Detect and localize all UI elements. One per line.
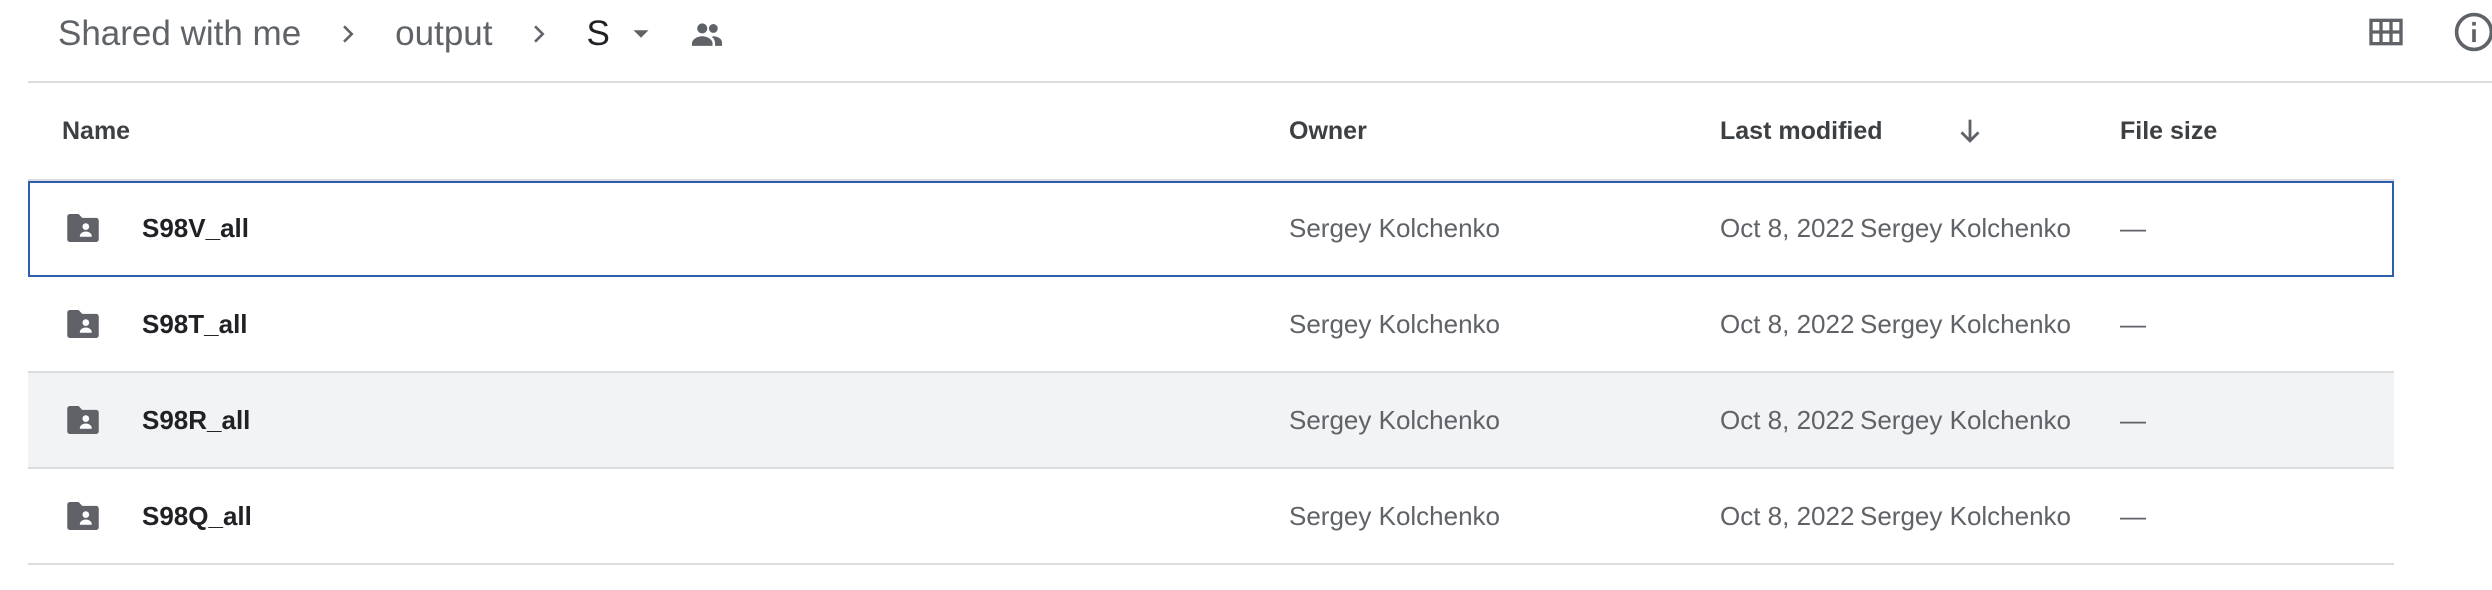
column-header-last-modified[interactable]: Last modified — [1720, 83, 1883, 179]
chevron-right-icon — [514, 14, 564, 54]
breadcrumb-item-output[interactable]: output — [395, 14, 492, 54]
last-modified-by: Sergey Kolchenko — [1860, 308, 2072, 339]
header: Shared with me output S — [0, 0, 2492, 83]
file-size: — — [2120, 308, 2146, 339]
shared-folder-icon — [62, 181, 104, 275]
file-size: — — [2120, 404, 2146, 435]
shared-folder-icon — [62, 469, 104, 563]
last-modified-date: Oct 8, 2022 — [1720, 308, 1855, 339]
file-size: — — [2120, 500, 2146, 531]
file-name[interactable]: S98V_all — [142, 181, 249, 275]
breadcrumb: Shared with me output S — [58, 0, 728, 68]
last-modified-by: Sergey Kolchenko — [1860, 404, 2072, 435]
file-name[interactable]: S98T_all — [142, 277, 248, 371]
caret-down-icon[interactable] — [624, 17, 658, 51]
table-row[interactable]: S98T_all Sergey Kolchenko Oct 8, 2022 Serge… — [28, 277, 2394, 373]
last-modified-date: Oct 8, 2022 — [1720, 404, 1855, 435]
shared-folder-icon — [62, 373, 104, 467]
arrow-down-icon[interactable] — [1948, 109, 1992, 153]
grid-view-button[interactable] — [2362, 10, 2410, 58]
table-row[interactable]: S98Q_all Sergey Kolchenko Oct 8, 2022 Serge… — [28, 469, 2394, 565]
owner-name: Sergey Kolchenko — [1289, 404, 1501, 435]
chevron-right-icon — [323, 14, 373, 54]
column-header-name[interactable]: Name — [62, 83, 130, 179]
last-modified-by: Sergey Kolchenko — [1860, 500, 2072, 531]
column-header-owner[interactable]: Owner — [1289, 83, 1367, 179]
grid-view-icon — [2366, 12, 2406, 57]
breadcrumb-item-shared-with-me[interactable]: Shared with me — [58, 14, 301, 54]
file-size: — — [2120, 212, 2146, 243]
owner-name: Sergey Kolchenko — [1289, 308, 1501, 339]
shared-folder-icon — [62, 277, 104, 371]
last-modified-date: Oct 8, 2022 — [1720, 212, 1855, 243]
people-icon — [686, 13, 728, 55]
table-row[interactable]: S98R_all Sergey Kolchenko Oct 8, 2022 Serge… — [28, 373, 2394, 469]
breadcrumb-item-current-folder[interactable]: S — [586, 14, 609, 54]
info-icon — [2452, 10, 2492, 59]
file-name[interactable]: S98R_all — [142, 373, 250, 467]
info-button[interactable] — [2452, 10, 2492, 58]
column-header-file-size[interactable]: File size — [2120, 83, 2217, 179]
table-body: S98V_all Sergey Kolchenko Oct 8, 2022 Serge… — [28, 181, 2394, 565]
file-name[interactable]: S98Q_all — [142, 469, 252, 563]
last-modified-by: Sergey Kolchenko — [1860, 212, 2072, 243]
owner-name: Sergey Kolchenko — [1289, 212, 1501, 243]
last-modified-date: Oct 8, 2022 — [1720, 500, 1855, 531]
file-list: Name Owner Last modified File size S98V_… — [28, 83, 2394, 565]
table-row[interactable]: S98V_all Sergey Kolchenko Oct 8, 2022 Serge… — [28, 181, 2394, 277]
owner-name: Sergey Kolchenko — [1289, 500, 1501, 531]
drive-folder-view: Shared with me output S Name Owner Last … — [0, 0, 2492, 590]
table-header: Name Owner Last modified File size — [28, 83, 2394, 181]
